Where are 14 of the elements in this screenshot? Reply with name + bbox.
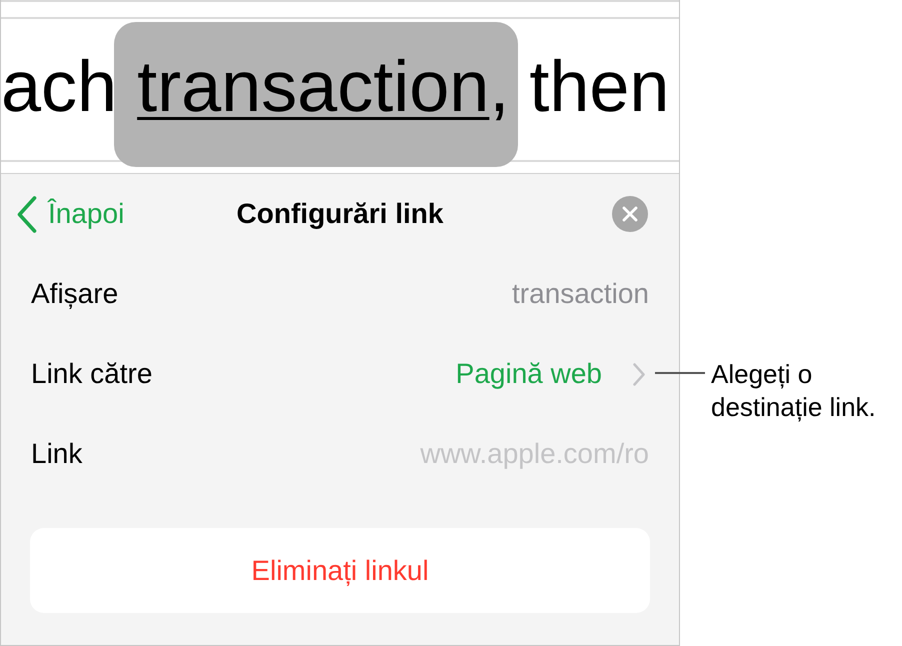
remove-link-button[interactable]: Eliminați linkul xyxy=(30,528,650,613)
leader-line xyxy=(655,372,705,374)
row-label: Link xyxy=(31,437,82,471)
chevron-right-icon xyxy=(633,362,645,386)
close-button[interactable] xyxy=(612,196,648,232)
chevron-left-icon xyxy=(17,196,37,232)
close-icon xyxy=(612,196,648,232)
link-destination-value[interactable]: Pagină web xyxy=(456,353,602,395)
back-button[interactable]: Înapoi xyxy=(17,193,124,235)
row-label: Afișare xyxy=(31,277,118,311)
panel-title: Configurări link xyxy=(236,197,444,231)
callout-text: Alegeți o destinație link. xyxy=(711,358,877,424)
display-text-value: transaction xyxy=(512,277,649,311)
row-label: Link către xyxy=(31,357,152,391)
